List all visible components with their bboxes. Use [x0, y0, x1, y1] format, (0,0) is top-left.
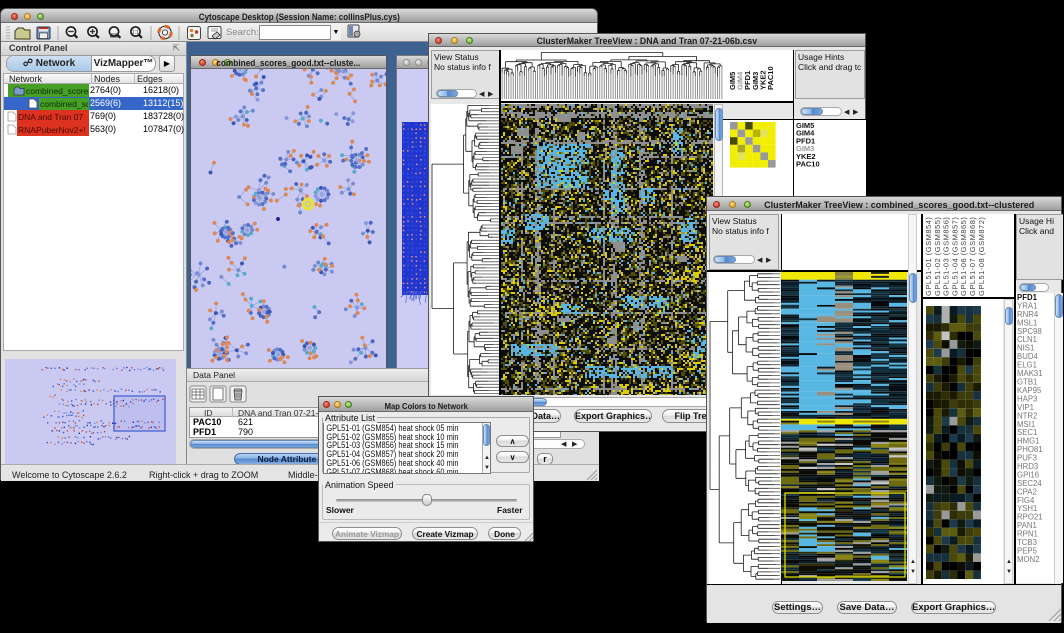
- svg-text:GPL51-06 (GSM865): GPL51-06 (GSM865): [959, 217, 968, 296]
- svg-text:PAC10: PAC10: [766, 66, 775, 90]
- svg-text:Search:: Search:: [226, 27, 259, 38]
- svg-text:1:1: 1:1: [132, 30, 139, 36]
- svg-text:GPL51-03 (GSM856): GPL51-03 (GSM856): [942, 217, 951, 296]
- svg-text:GPL51-08 (GSM872): GPL51-08 (GSM872): [977, 217, 986, 296]
- svg-text:GPL51-04 (GSM857): GPL51-04 (GSM857): [950, 217, 959, 296]
- svg-text:GPL51-02 (GSM855): GPL51-02 (GSM855): [933, 217, 942, 296]
- svg-text:GPL51-01 (GSM854): GPL51-01 (GSM854): [924, 217, 933, 296]
- svg-text:MON2: MON2: [1017, 555, 1040, 564]
- svg-text:GPL51-07 (GSM868): GPL51-07 (GSM868): [968, 217, 977, 296]
- svg-text:PAC10: PAC10: [796, 160, 820, 169]
